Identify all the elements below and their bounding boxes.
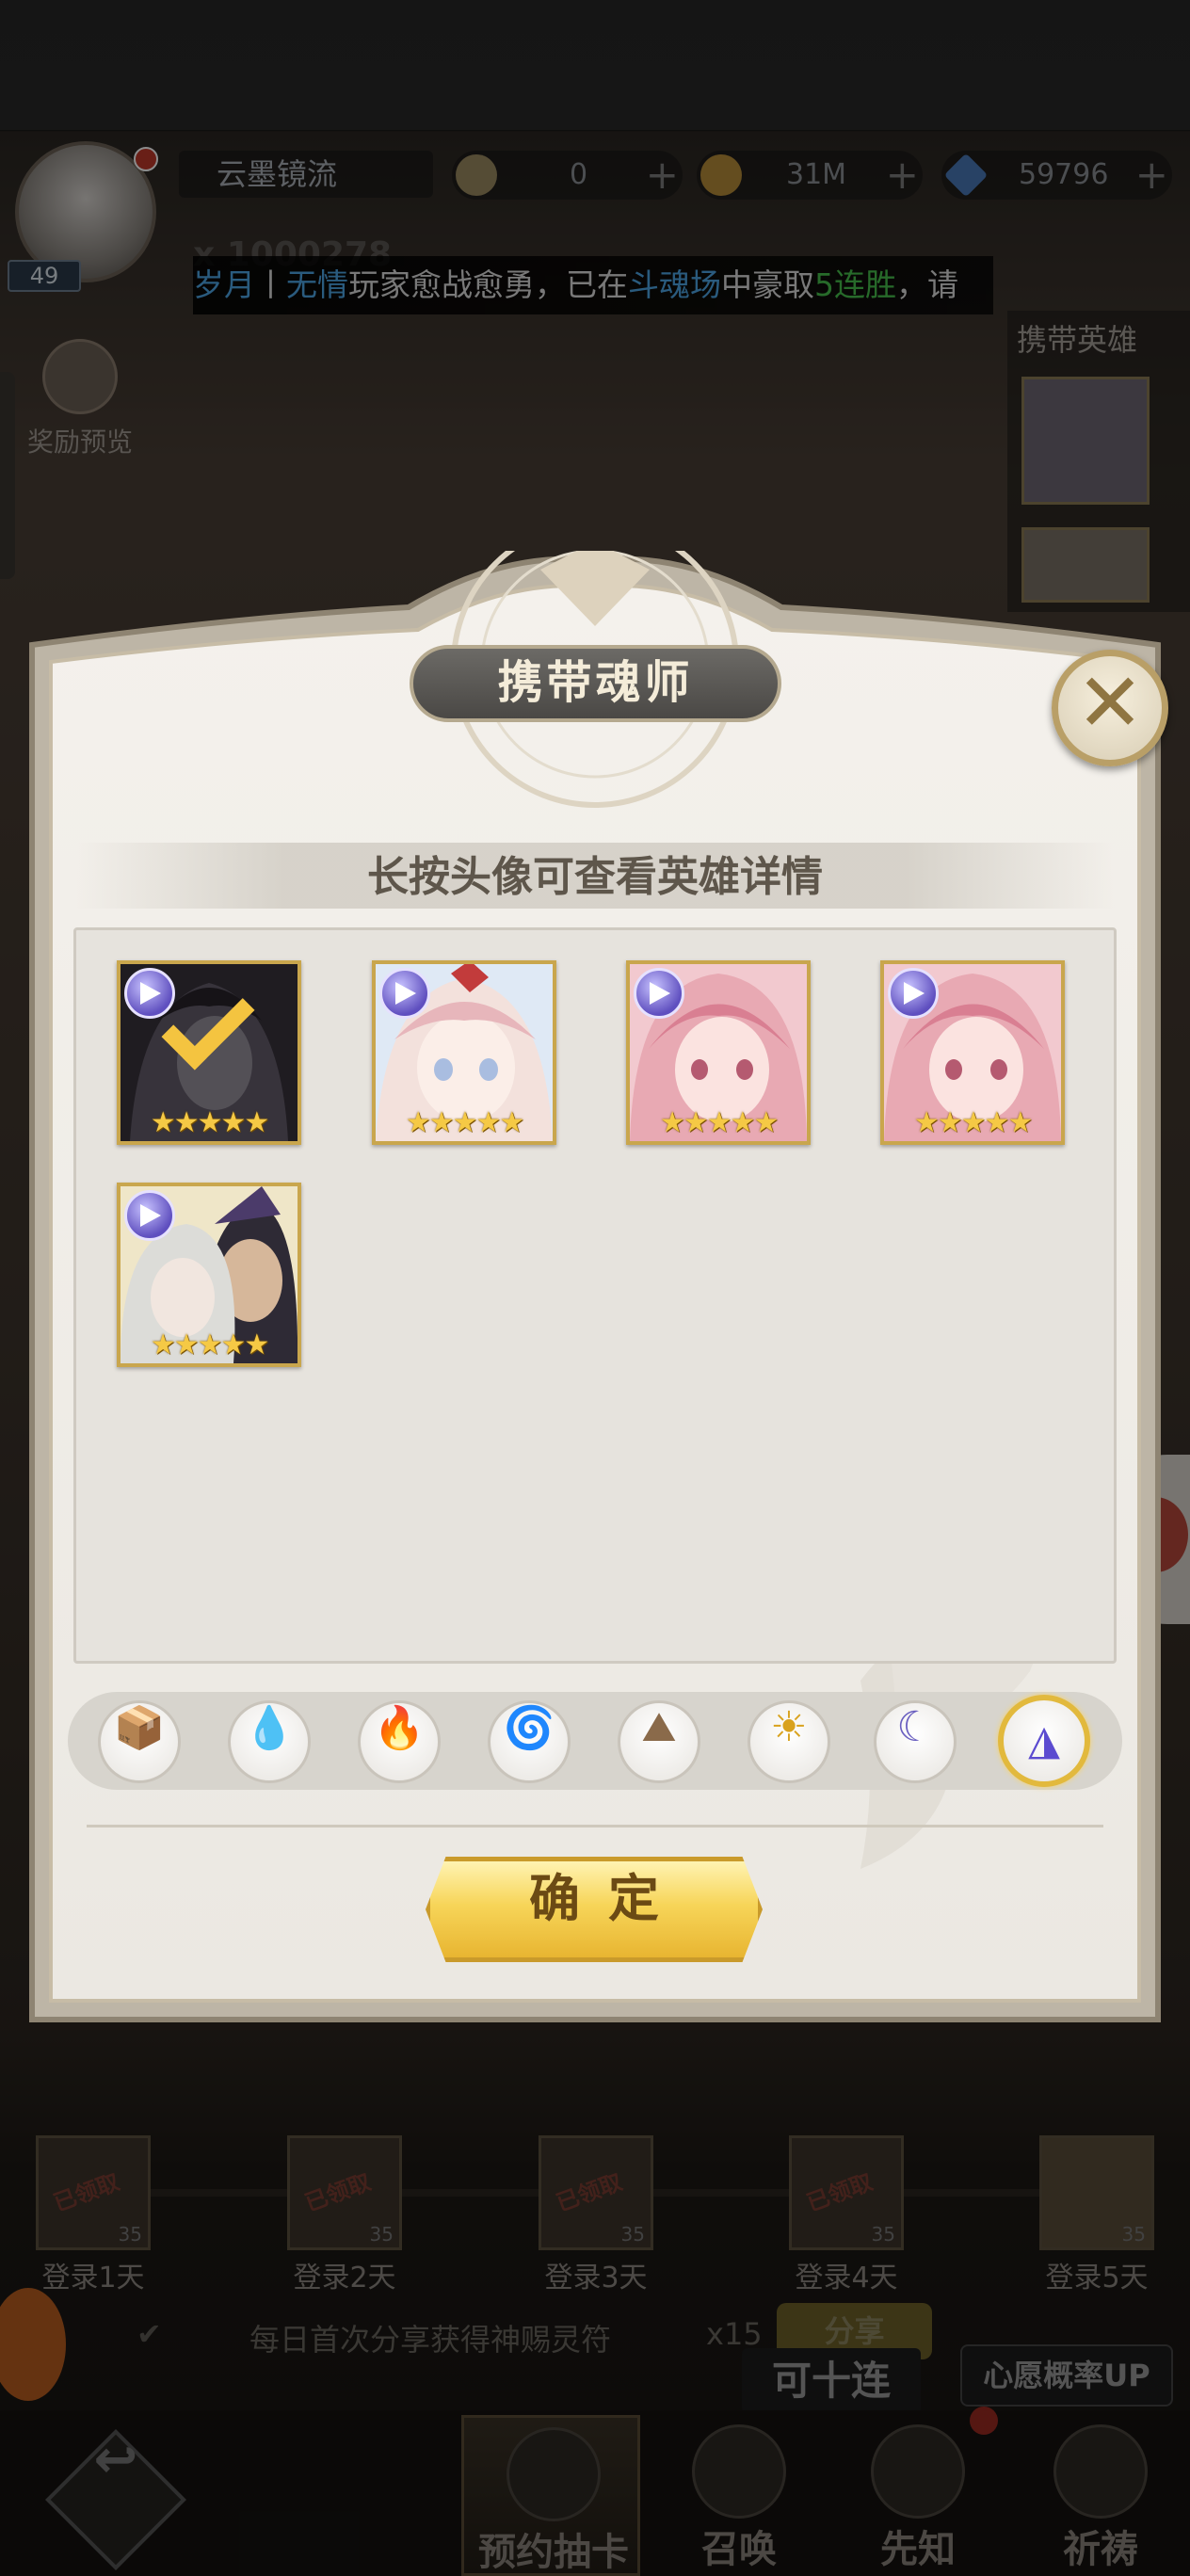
hero-card-2[interactable]: ★★★★★ xyxy=(372,960,556,1145)
filter-fire-button[interactable]: 🔥 xyxy=(358,1700,441,1783)
close-button[interactable]: ✕ xyxy=(1052,650,1168,766)
hint-text: 长按头像可查看英雄详情 xyxy=(367,853,823,901)
filter-water-button[interactable]: 💧 xyxy=(228,1700,311,1783)
hero-card-4[interactable]: ★★★★★ xyxy=(880,960,1065,1145)
hero-star-rating: ★★★★★ xyxy=(913,1106,1033,1139)
hero-card-1[interactable]: ★★★★★ xyxy=(117,960,301,1145)
hero-star-rating: ★★★★★ xyxy=(405,1106,524,1139)
arrow-prism-icon: ◮ xyxy=(1028,1716,1060,1764)
element-badge-icon xyxy=(124,968,175,1019)
divider xyxy=(87,1825,1103,1827)
fire-icon: 🔥 xyxy=(373,1704,426,1752)
whirlwind-icon: 🌀 xyxy=(503,1704,555,1752)
hero-card-3[interactable]: ★★★★★ xyxy=(626,960,811,1145)
close-icon: ✕ xyxy=(1075,656,1145,750)
element-filter-bar xyxy=(68,1692,1122,1790)
hero-star-rating: ★★★★★ xyxy=(150,1328,269,1361)
filter-all-button[interactable]: 📦 xyxy=(98,1700,181,1783)
filter-void-button[interactable]: ◮ xyxy=(998,1695,1090,1787)
mountain-icon: ⛰ xyxy=(641,1703,677,1751)
element-badge-icon xyxy=(888,968,939,1019)
dialog-title: 携带魂师 xyxy=(497,656,694,709)
filter-earth-button[interactable]: ⛰ xyxy=(618,1700,700,1783)
box-icon: 📦 xyxy=(113,1704,166,1752)
confirm-button-label[interactable]: 确定 xyxy=(426,1857,763,1962)
water-drop-icon: 💧 xyxy=(243,1704,296,1752)
element-badge-icon xyxy=(379,968,430,1019)
filter-dark-button[interactable]: ☾ xyxy=(874,1700,957,1783)
hero-star-rating: ★★★★★ xyxy=(150,1106,269,1139)
filter-light-button[interactable]: ☀ xyxy=(748,1700,830,1783)
hero-star-rating: ★★★★★ xyxy=(659,1106,779,1139)
sun-icon: ☀ xyxy=(770,1703,808,1751)
filter-wind-button[interactable]: 🌀 xyxy=(488,1700,571,1783)
hero-card-5[interactable]: ★★★★★ xyxy=(117,1183,301,1367)
moon-icon: ☾ xyxy=(896,1703,934,1751)
element-badge-icon xyxy=(634,968,684,1019)
element-badge-icon xyxy=(124,1190,175,1241)
